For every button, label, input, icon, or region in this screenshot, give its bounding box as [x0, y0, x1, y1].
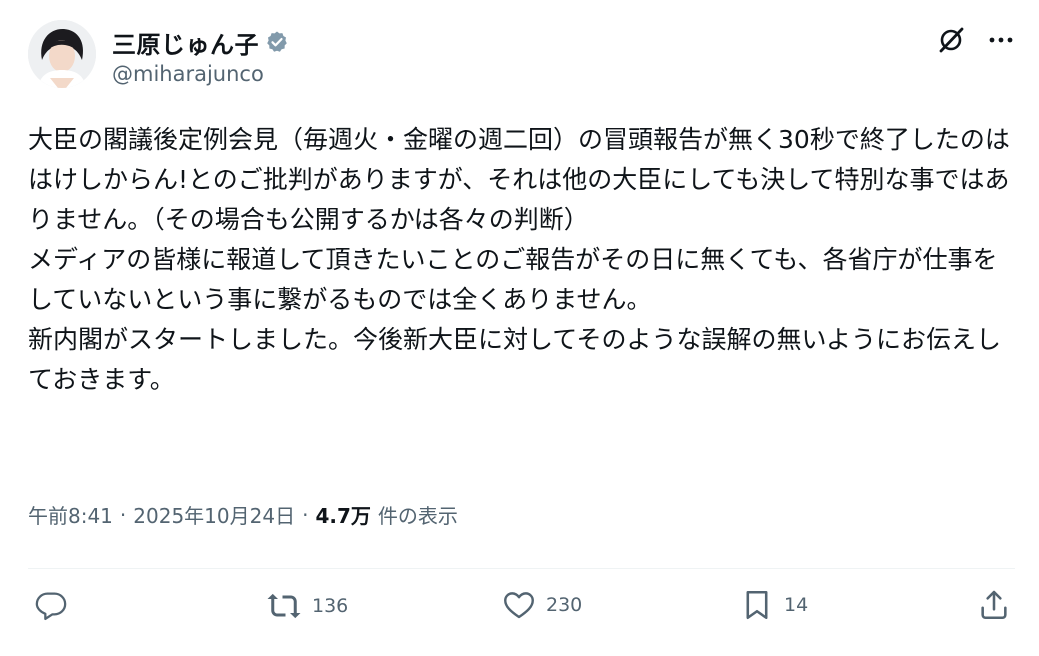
share-button[interactable] [977, 588, 1011, 622]
verified-badge-icon[interactable] [265, 30, 289, 54]
reply-button[interactable] [34, 588, 78, 622]
views-label[interactable]: 件の表示 [378, 500, 458, 529]
tweet-header: 三原じゅん子 @miharajunco [28, 20, 1015, 100]
header-actions [937, 26, 1015, 58]
tweet-date[interactable]: 2025年10月24日 [133, 500, 295, 529]
avatar[interactable] [28, 20, 96, 88]
more-icon[interactable] [987, 26, 1015, 58]
retweet-button[interactable]: 136 [266, 588, 348, 624]
views-count[interactable]: 4.7万 [315, 500, 370, 529]
meta-separator: · [302, 502, 309, 527]
action-bar: 136 230 14 [28, 588, 1011, 636]
like-button[interactable]: 230 [502, 588, 582, 622]
retweet-count: 136 [312, 595, 349, 617]
share-icon [977, 588, 1011, 622]
name-row: 三原じゅん子 [112, 25, 289, 60]
heart-icon [502, 588, 536, 622]
bookmark-button[interactable]: 14 [740, 588, 808, 622]
divider [28, 568, 1015, 569]
tweet-text: 大臣の閣議後定例会見（毎週火・金曜の週二回）の冒頭報告が無く30秒で終了したのは… [28, 125, 1010, 394]
handle[interactable]: @miharajunco [112, 62, 289, 86]
tweet-time[interactable]: 午前8:41 [28, 500, 113, 529]
tweet-meta: 午前8:41 · 2025年10月24日 · 4.7万 件の表示 [28, 500, 458, 529]
bookmark-icon [740, 588, 774, 622]
bookmark-count: 14 [784, 594, 809, 616]
reply-icon [34, 588, 68, 622]
like-count: 230 [546, 594, 583, 616]
name-block: 三原じゅん子 @miharajunco [112, 26, 289, 86]
grok-icon[interactable] [937, 26, 965, 58]
display-name[interactable]: 三原じゅん子 [112, 25, 259, 60]
meta-separator: · [119, 502, 127, 527]
retweet-icon [266, 588, 302, 624]
